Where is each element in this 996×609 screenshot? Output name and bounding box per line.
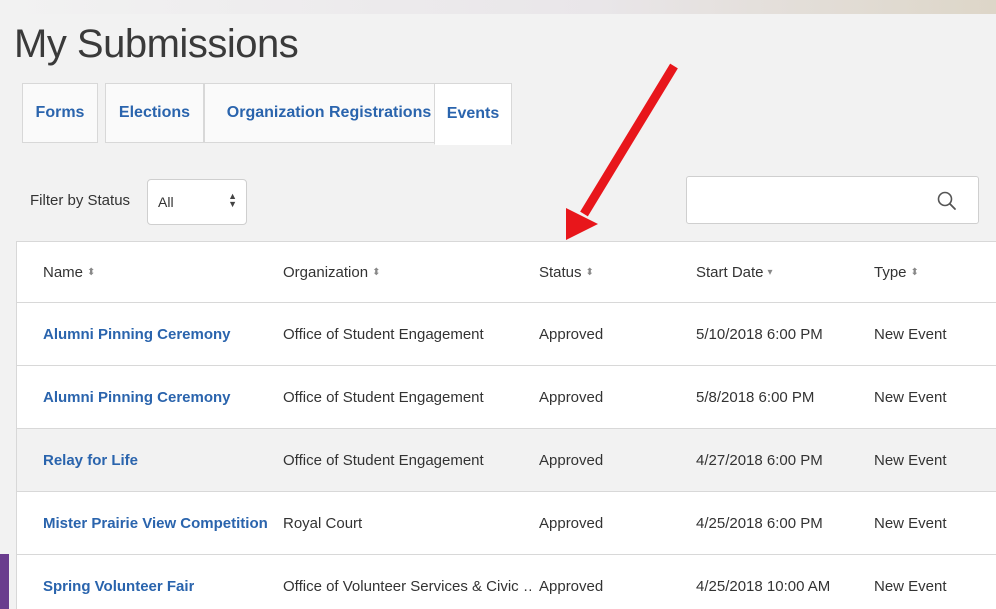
start-date-cell: 5/10/2018 6:00 PM xyxy=(696,325,823,343)
column-header-label: Start Date xyxy=(696,263,764,281)
type-cell: New Event xyxy=(874,514,947,532)
sort-desc-icon: ▾ xyxy=(767,266,773,278)
organization-cell: Office of Student Engagement xyxy=(283,451,484,469)
table-row: Alumni Pinning Ceremony Office of Studen… xyxy=(17,303,996,366)
table-row: Mister Prairie View Competition Royal Co… xyxy=(17,492,996,555)
tab-organization-registrations[interactable]: Organization Registrations xyxy=(204,83,454,143)
table-row: Alumni Pinning Ceremony Office of Studen… xyxy=(17,366,996,429)
top-background-strip xyxy=(0,0,996,14)
tab-forms[interactable]: Forms xyxy=(22,83,98,143)
column-header-label: Type xyxy=(874,263,907,281)
start-date-cell: 5/8/2018 6:00 PM xyxy=(696,388,815,406)
status-filter-value: All xyxy=(158,194,174,210)
sort-icon: ⬍ xyxy=(87,266,96,278)
organization-cell: Office of Student Engagement xyxy=(283,325,484,343)
table-header-row: Name ⬍ Organization ⬍ Status ⬍ Start Date ▾ … xyxy=(17,242,996,303)
sort-icon: ⬍ xyxy=(372,266,381,278)
tab-events[interactable]: Events xyxy=(434,83,512,145)
type-cell: New Event xyxy=(874,325,947,343)
sort-icon: ⬍ xyxy=(910,266,919,278)
type-cell: New Event xyxy=(874,451,947,469)
event-name-link[interactable]: Mister Prairie View Competition xyxy=(43,492,268,554)
status-cell: Approved xyxy=(539,578,604,595)
background-purple-edge xyxy=(0,554,9,609)
status-cell: Approved xyxy=(539,388,604,406)
column-header-start-date[interactable]: Start Date ▾ xyxy=(696,242,773,302)
type-cell: New Event xyxy=(874,578,947,595)
event-name-link[interactable]: Alumni Pinning Ceremony xyxy=(43,303,231,365)
start-date-cell: 4/25/2018 6:00 PM xyxy=(696,514,823,532)
status-filter-select[interactable]: All ▲ ▼ xyxy=(147,179,247,225)
table-row: Relay for Life Office of Student Engagem… xyxy=(17,429,996,492)
search-box xyxy=(686,176,979,224)
column-header-label: Organization xyxy=(283,263,369,281)
start-date-cell: 4/25/2018 10:00 AM xyxy=(696,578,831,595)
event-name-link[interactable]: Alumni Pinning Ceremony xyxy=(43,366,231,428)
submissions-table: Name ⬍ Organization ⬍ Status ⬍ Start Date ▾ … xyxy=(16,241,996,609)
column-header-name[interactable]: Name ⬍ xyxy=(43,242,95,302)
column-header-organization[interactable]: Organization ⬍ xyxy=(283,242,380,302)
sort-icon: ⬍ xyxy=(585,266,594,278)
column-header-label: Name xyxy=(43,263,84,281)
column-header-status[interactable]: Status ⬍ xyxy=(539,242,594,302)
column-header-label: Status xyxy=(539,263,582,281)
select-arrows-icon: ▲ ▼ xyxy=(228,191,237,209)
search-input[interactable] xyxy=(697,189,931,215)
start-date-cell: 4/27/2018 6:00 PM xyxy=(696,451,823,469)
organization-cell: Office of Student Engagement xyxy=(283,388,484,406)
type-cell: New Event xyxy=(874,388,947,406)
event-name-link[interactable]: Spring Volunteer Fair xyxy=(43,555,194,609)
organization-cell: Royal Court xyxy=(283,514,363,532)
column-header-type[interactable]: Type ⬍ xyxy=(874,242,919,302)
tab-elections[interactable]: Elections xyxy=(105,83,204,143)
page-title: My Submissions xyxy=(14,22,299,66)
table-row: Spring Volunteer Fair Office of Voluntee… xyxy=(17,555,996,609)
organization-cell: Office of Volunteer Services & Civic … xyxy=(283,578,531,595)
search-icon[interactable] xyxy=(936,190,958,212)
status-cell: Approved xyxy=(539,325,604,343)
status-cell: Approved xyxy=(539,514,604,532)
filter-by-status-label: Filter by Status xyxy=(30,192,131,209)
event-name-link[interactable]: Relay for Life xyxy=(43,429,138,491)
status-cell: Approved xyxy=(539,451,604,469)
